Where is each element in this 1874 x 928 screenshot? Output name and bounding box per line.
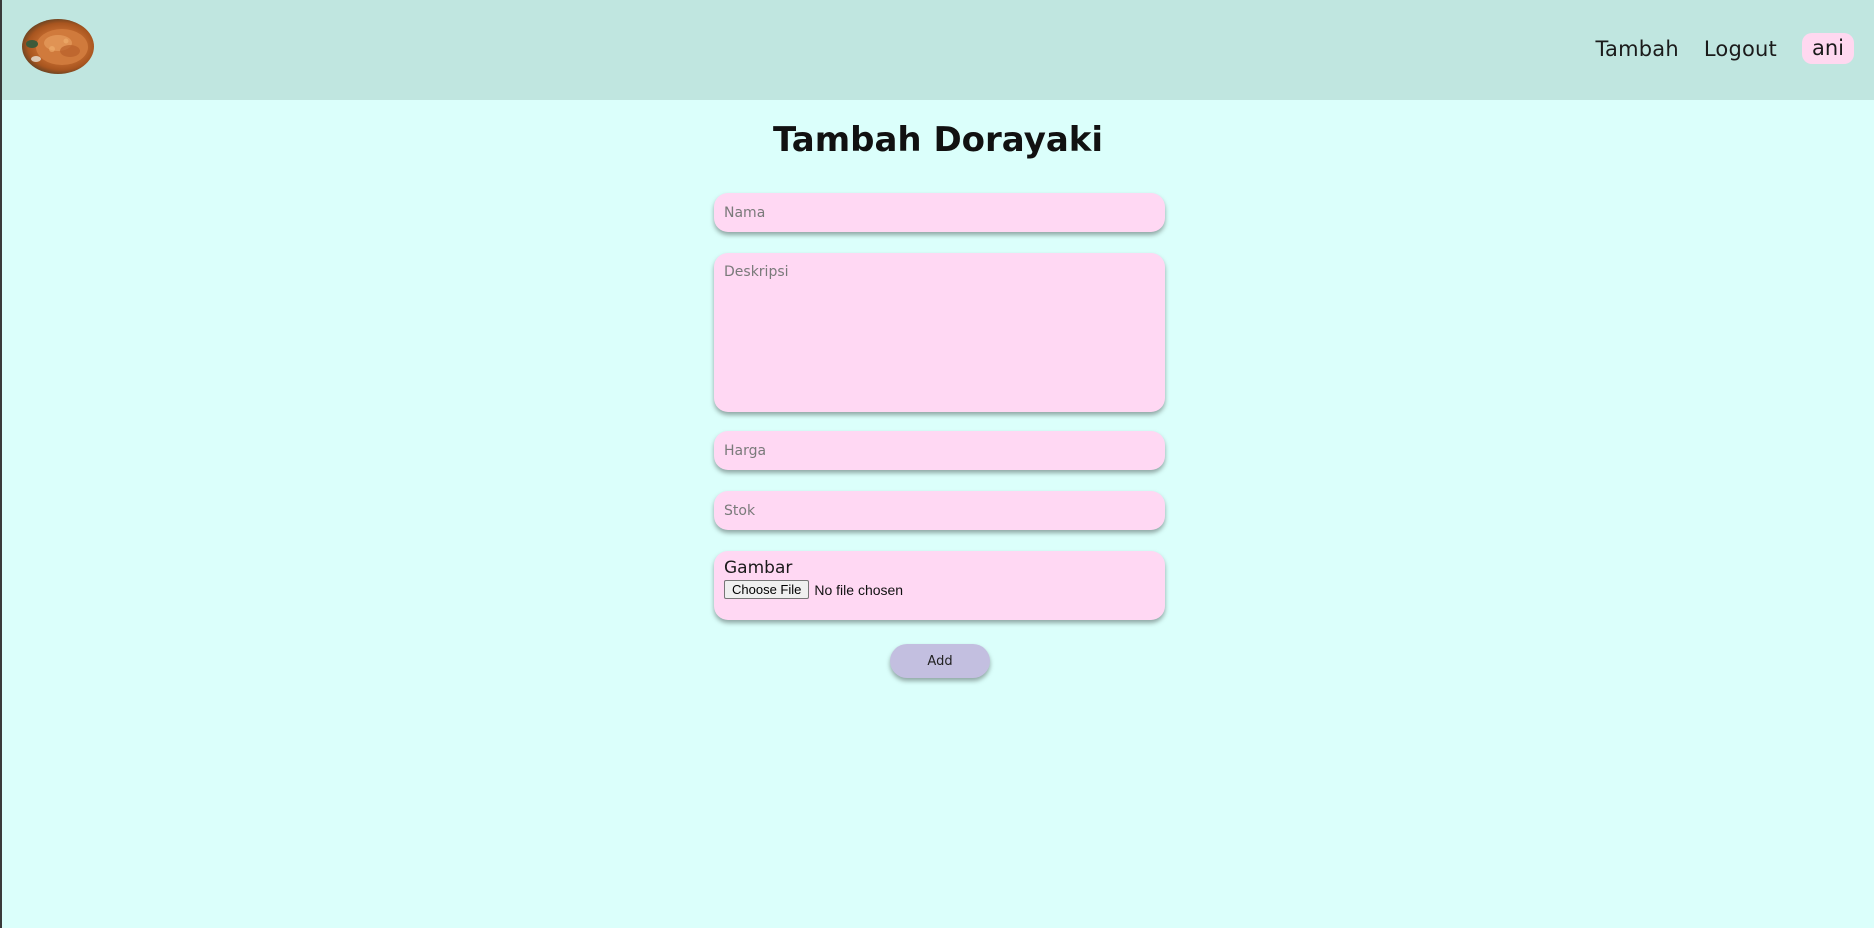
user-badge[interactable]: ani	[1801, 33, 1854, 64]
choose-file-button[interactable]: Choose File	[724, 580, 810, 599]
file-picker: Choose File No file chosen	[724, 580, 1155, 599]
nav-link-tambah[interactable]: Tambah	[1595, 37, 1678, 61]
stok-input[interactable]	[714, 491, 1165, 530]
gambar-field: Gambar Choose File No file chosen	[714, 551, 1165, 620]
page-title: Tambah Dorayaki	[772, 120, 1104, 160]
nav-links: Tambah Logout ani	[1595, 33, 1854, 64]
add-dorayaki-form: Gambar Choose File No file chosen	[714, 193, 1165, 620]
navbar: Tambah Logout ani	[2, 0, 1874, 100]
file-status-text: No file chosen	[814, 581, 904, 598]
dorayaki-logo[interactable]	[22, 19, 94, 74]
nav-link-logout[interactable]: Logout	[1704, 37, 1777, 61]
harga-input[interactable]	[714, 431, 1165, 470]
add-button[interactable]: Add	[890, 644, 990, 678]
nama-input[interactable]	[714, 193, 1165, 232]
deskripsi-textarea[interactable]	[714, 253, 1165, 412]
gambar-label: Gambar	[724, 558, 793, 578]
